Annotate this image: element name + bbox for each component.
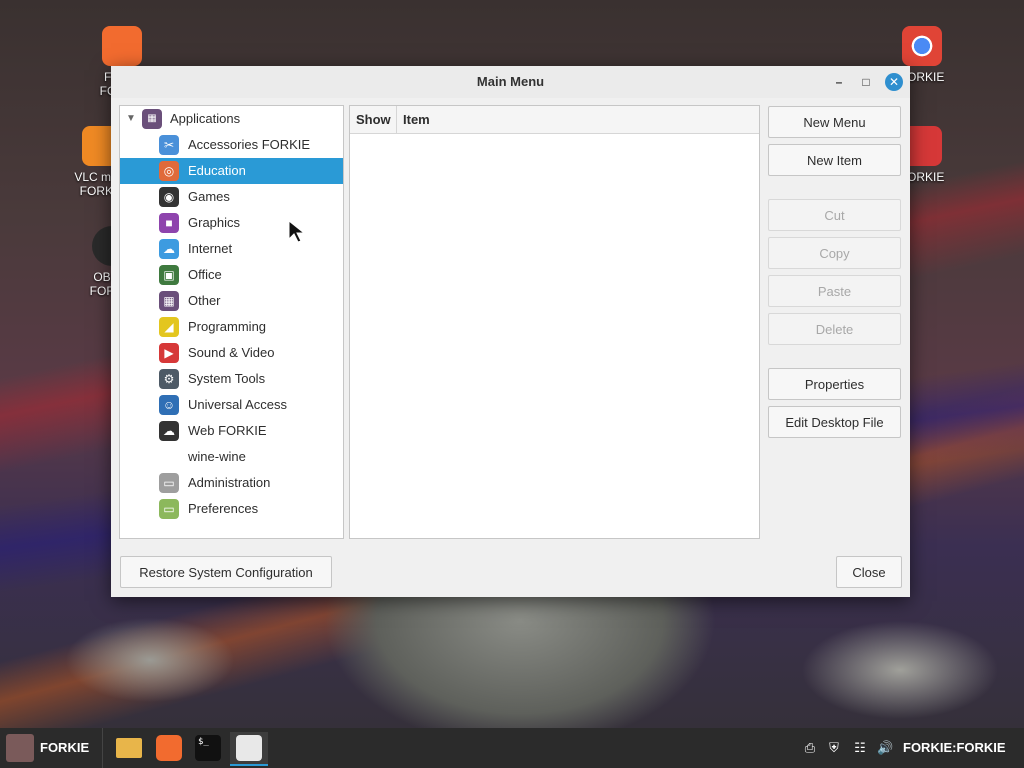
tree-item-label: Internet <box>188 241 233 256</box>
titlebar[interactable]: Main Menu – □ ✕ <box>111 66 910 98</box>
window-title: Main Menu <box>476 74 545 89</box>
tree-item-preferences[interactable]: ▭ Preferences <box>120 496 343 522</box>
cut-button[interactable]: Cut <box>768 199 901 231</box>
education-icon: ◎ <box>159 161 179 181</box>
chevron-down-icon[interactable]: ▼ <box>126 106 136 132</box>
tree-item-web-forkie[interactable]: ☁ Web FORKIE <box>120 418 343 444</box>
tree-item-label: Web FORKIE <box>188 423 267 438</box>
play-icon: ▶ <box>159 343 179 363</box>
column-header-item[interactable]: Item <box>397 106 430 133</box>
tree-item-label: Sound & Video <box>188 345 275 360</box>
folder-icon <box>116 738 142 758</box>
menu-tree[interactable]: ▼ ▦ Applications ✂ Accessories FORKIE ◎ Edu… <box>119 105 344 539</box>
gamepad-icon: ◉ <box>159 187 179 207</box>
tree-item-label: Office <box>188 267 222 282</box>
tree-root-applications[interactable]: ▼ ▦ Applications <box>120 106 343 132</box>
close-button[interactable]: Close <box>836 556 902 588</box>
taskbar-menu-editor[interactable] <box>230 732 268 766</box>
tree-item-label: Universal Access <box>188 397 287 412</box>
volume-icon[interactable]: 🔊 <box>877 740 893 756</box>
tree-item-label: Other <box>188 293 221 308</box>
firefox-icon <box>102 26 142 66</box>
start-menu-button[interactable]: FORKIE <box>4 732 94 764</box>
new-item-button[interactable]: New Item <box>768 144 901 176</box>
chrome-icon <box>902 26 942 66</box>
tree-item-label: Graphics <box>188 215 241 230</box>
clock-label[interactable]: FORKIE:FORKIE <box>903 740 1006 755</box>
cloud-icon: ☁ <box>159 239 179 259</box>
tree-item-games[interactable]: ◉ Games <box>120 184 343 210</box>
items-header: Show Item <box>350 106 759 134</box>
tree-item-label: Accessories FORKIE <box>188 137 311 152</box>
tree-item-sound-video[interactable]: ▶ Sound & Video <box>120 340 343 366</box>
edit-desktop-file-button[interactable]: Edit Desktop File <box>768 406 901 438</box>
copy-button[interactable]: Copy <box>768 237 901 269</box>
tree-root-label: Applications <box>170 111 241 126</box>
tree-item-administration[interactable]: ▭ Administration <box>120 470 343 496</box>
tree-item-label: System Tools <box>188 371 266 386</box>
applications-icon: ▦ <box>142 109 162 129</box>
shield-icon[interactable]: ⛨ <box>826 740 842 756</box>
start-menu-icon <box>6 734 34 762</box>
tree-item-system-tools[interactable]: ⚙ System Tools <box>120 366 343 392</box>
tree-item-education[interactable]: ◎ Education <box>120 158 343 184</box>
terminal-icon: $_ <box>195 735 221 761</box>
accessibility-icon: ☺ <box>159 395 179 415</box>
menu-editor-icon <box>236 735 262 761</box>
tree-item-label: wine-wine <box>188 449 246 464</box>
tree-item-label: Education <box>188 163 246 178</box>
programming-icon: ◢ <box>159 317 179 337</box>
tree-item-label: Administration <box>188 475 271 490</box>
tree-item-label: Games <box>188 189 230 204</box>
taskbar-firefox[interactable] <box>154 732 184 764</box>
toggle-icon: ▭ <box>159 473 179 493</box>
tree-item-universal-access[interactable]: ☺ Universal Access <box>120 392 343 418</box>
scissors-icon: ✂ <box>159 135 179 155</box>
minimize-icon[interactable]: – <box>830 73 848 91</box>
tree-item-wine-wine[interactable]: wine-wine <box>120 444 343 470</box>
restore-system-configuration-button[interactable]: Restore System Configuration <box>120 556 332 588</box>
properties-button[interactable]: Properties <box>768 368 901 400</box>
taskbar-terminal[interactable]: $_ <box>193 732 223 764</box>
column-header-show[interactable]: Show <box>350 106 397 133</box>
tree-item-office[interactable]: ▣ Office <box>120 262 343 288</box>
clipboard-icon[interactable]: ⎙ <box>802 740 818 756</box>
menu-items-list[interactable]: Show Item <box>349 105 760 539</box>
delete-button[interactable]: Delete <box>768 313 901 345</box>
start-menu-label: FORKIE <box>40 740 90 755</box>
tree-item-label: Programming <box>188 319 267 334</box>
maximize-icon[interactable]: □ <box>857 73 875 91</box>
tree-item-label: Preferences <box>188 501 259 516</box>
new-menu-button[interactable]: New Menu <box>768 106 901 138</box>
tree-item-graphics[interactable]: ■ Graphics <box>120 210 343 236</box>
taskbar-divider <box>102 728 103 768</box>
gear-icon: ⚙ <box>159 369 179 389</box>
grid-icon: ▦ <box>159 291 179 311</box>
tree-item-programming[interactable]: ◢ Programming <box>120 314 343 340</box>
tree-item-accessories-forkie[interactable]: ✂ Accessories FORKIE <box>120 132 343 158</box>
network-icon[interactable]: ☷ <box>852 740 868 756</box>
toggle-green-icon: ▭ <box>159 499 179 519</box>
close-icon[interactable]: ✕ <box>885 73 903 91</box>
paste-button[interactable]: Paste <box>768 275 901 307</box>
web-icon: ☁ <box>159 421 179 441</box>
tree-item-internet[interactable]: ☁ Internet <box>120 236 343 262</box>
taskbar-files[interactable] <box>114 732 144 764</box>
graphics-icon: ■ <box>159 213 179 233</box>
firefox-icon <box>156 735 182 761</box>
office-icon: ▣ <box>159 265 179 285</box>
tree-item-other[interactable]: ▦ Other <box>120 288 343 314</box>
taskbar: FORKIE $_ ⎙ ⛨ ☷ 🔊 FORKIE:FORKIE <box>0 728 1024 768</box>
mouse-cursor-icon <box>288 220 306 243</box>
main-menu-dialog: Main Menu – □ ✕ ▼ ▦ Applications ✂ Access… <box>111 66 910 597</box>
